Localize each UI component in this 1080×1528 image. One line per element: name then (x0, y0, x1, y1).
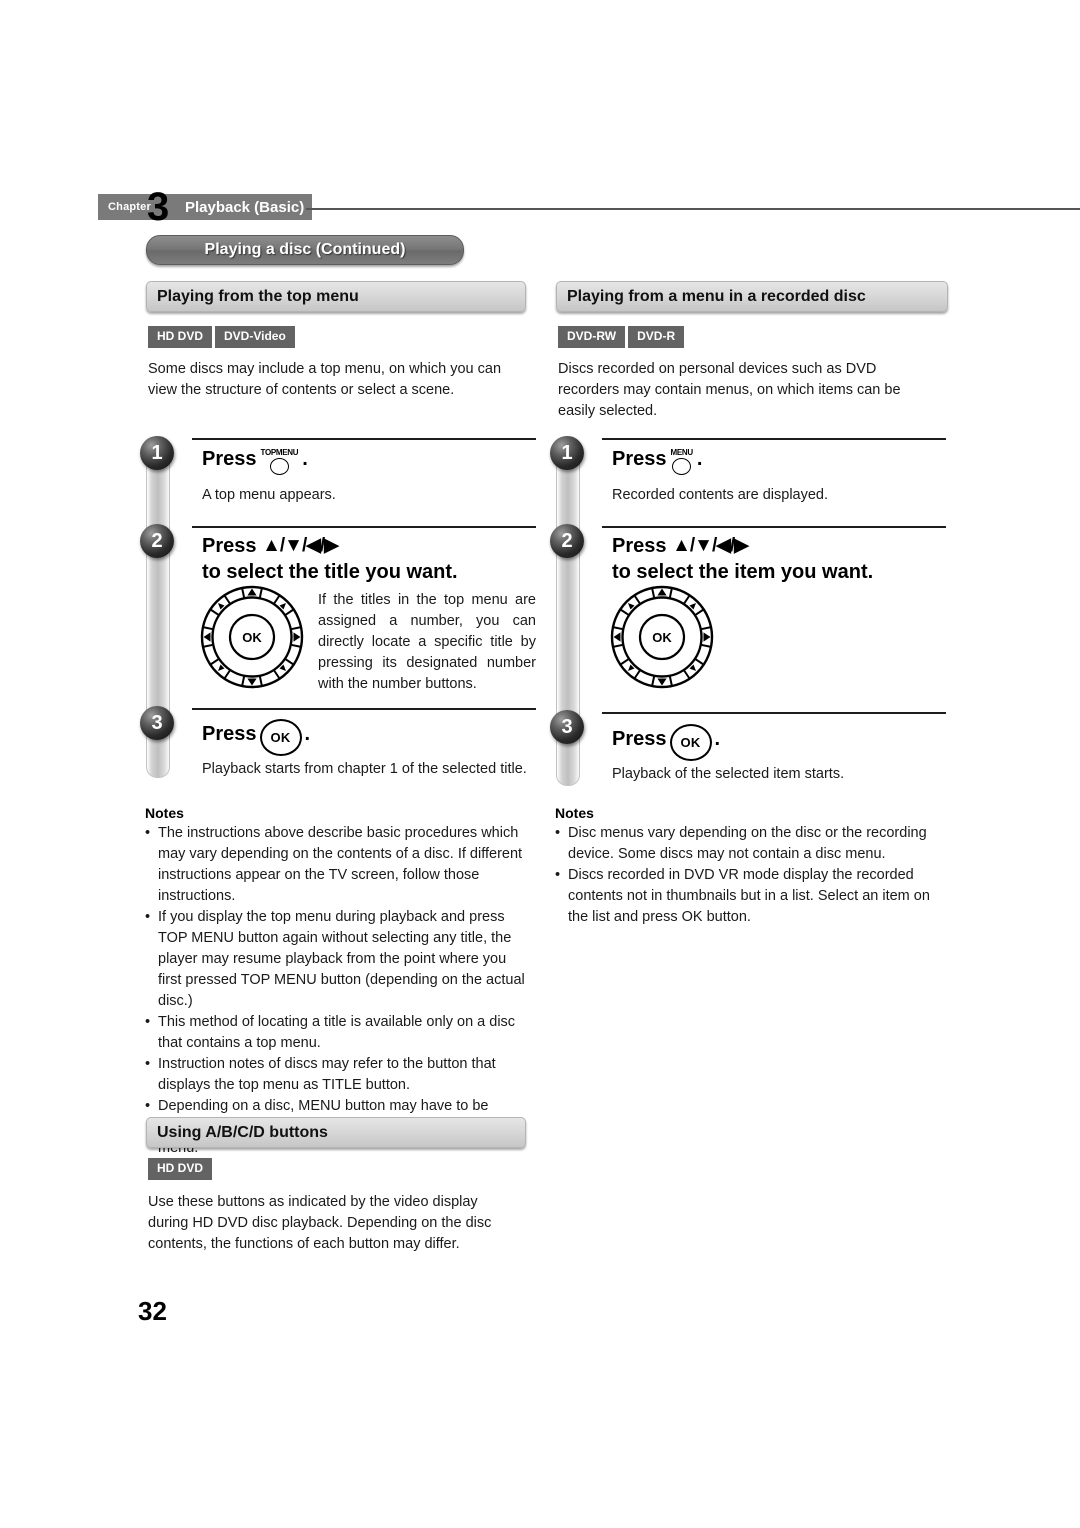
topmenu-button-icon[interactable]: TOPMENU (261, 449, 299, 475)
steps-right: 1 Press MENU . Recorded contents are dis… (550, 432, 946, 786)
press-label: Press (202, 448, 257, 470)
period: . (714, 727, 721, 750)
note-item: • This method of locating a title is ava… (145, 1012, 527, 1054)
header-rule (306, 208, 1080, 210)
section-header-abcd: Using A/B/C/D buttons (146, 1117, 526, 1148)
bullet-icon: • (555, 825, 561, 841)
chapter-header: Chapter Playback (Basic) 3 (98, 187, 1080, 227)
page-title-banner: Playing a disc (Continued) (146, 235, 464, 265)
menu-button-icon[interactable]: MENU (671, 449, 693, 475)
section-header-top-menu: Playing from the top menu (146, 281, 526, 312)
step-1-desc-left: A top menu appears. (202, 487, 336, 503)
notes-right: Notes • Disc menus vary depending on the… (555, 805, 937, 928)
badge-dvd-rw: DVD-RW (558, 326, 626, 348)
intro-paragraph-left: Some discs may include a top menu, on wh… (148, 361, 502, 398)
note-item: • Discs recorded in DVD VR mode display … (555, 865, 937, 928)
step-3-title-left: Press OK . (202, 715, 532, 756)
section-title-right: Playing from a menu in a recorded disc (567, 287, 866, 305)
note-item: • Instruction notes of discs may refer t… (145, 1054, 527, 1096)
badge-hd-dvd: HD DVD (148, 326, 213, 348)
press-label: Press (612, 727, 667, 750)
period: . (302, 448, 308, 470)
page-number: 32 (138, 1296, 167, 1326)
step-rule-1-left (192, 438, 536, 440)
step-rule-2-left (192, 526, 536, 528)
note-item: • If you display the top menu during pla… (145, 907, 527, 1012)
chapter-title: Playback (Basic) (184, 198, 305, 216)
note-item: • The instructions above describe basic … (145, 823, 527, 907)
dpad-diagram-right: OK (608, 585, 716, 694)
dpad-ok-label: OK (652, 630, 672, 645)
press-label: Press (202, 535, 257, 557)
badge-row-left: HD DVD DVD-Video (148, 326, 295, 348)
step-3-title-right: Press OK . (612, 720, 942, 761)
bullet-icon: • (555, 867, 561, 883)
bullet-icon: • (145, 825, 151, 841)
step-rule-1-right (602, 438, 946, 440)
badge-row-right: DVD-RW DVD-R (558, 326, 685, 348)
badge-hd-dvd: HD DVD (148, 1158, 213, 1180)
abcd-body: Use these buttons as indicated by the vi… (148, 1194, 492, 1252)
section-title-abcd: Using A/B/C/D buttons (157, 1123, 328, 1141)
section-title-left: Playing from the top menu (157, 287, 359, 305)
notes-title-left: Notes (145, 805, 184, 821)
step-2-title-rest: to select the item you want. (612, 561, 874, 583)
press-label: Press (612, 448, 667, 470)
intro-paragraph-right: Discs recorded on personal devices such … (558, 361, 901, 419)
step-3-desc-left: Playback starts from chapter 1 of the se… (202, 761, 527, 777)
direction-arrows-icon: ▲/▼/◀/▶ (672, 535, 749, 556)
notes-left: Notes • The instructions above describe … (145, 805, 527, 1159)
dpad-diagram-left: OK (198, 585, 306, 694)
page-title: Playing a disc (Continued) (204, 241, 406, 258)
section-header-recorded-menu: Playing from a menu in a recorded disc (556, 281, 948, 312)
step-2-side-text-left: If the titles in the top menu are assign… (318, 592, 536, 692)
step-number-3-right: 3 (550, 710, 584, 744)
direction-arrows-icon: ▲/▼/◀/▶ (262, 535, 339, 556)
ok-button-icon[interactable]: OK (259, 719, 302, 756)
step-2-title-rest: to select the title you want. (202, 561, 458, 583)
note-item: • Disc menus vary depending on the disc … (555, 823, 937, 865)
badge-dvd-video: DVD-Video (215, 326, 295, 348)
step-number-2-left: 2 (140, 524, 174, 558)
dpad-svg: OK (610, 585, 714, 689)
step-rule-3-right (602, 712, 946, 714)
press-label: Press (202, 722, 257, 745)
notes-title-right: Notes (555, 805, 594, 821)
dpad-ok-label: OK (242, 630, 262, 645)
step-1-title-right: Press MENU . (612, 446, 942, 475)
manual-page: Chapter Playback (Basic) 3 Playing a dis… (0, 0, 1080, 1528)
chapter-number: 3 (147, 185, 170, 229)
period: . (696, 448, 703, 470)
bullet-icon: • (145, 1014, 151, 1030)
bullet-icon: • (145, 909, 151, 925)
step-number-1-left: 1 (140, 436, 174, 470)
step-1-title-left: Press TOPMENU . (202, 446, 532, 475)
steps-left: 1 Press TOPMENU . A top menu appears. 2 … (140, 432, 536, 782)
bullet-icon: • (145, 1056, 151, 1072)
step-number-2-right: 2 (550, 524, 584, 558)
step-number-1-right: 1 (550, 436, 584, 470)
period: . (304, 722, 311, 745)
badge-dvd-r: DVD-R (628, 326, 685, 348)
dpad-svg: OK (200, 585, 304, 689)
press-label: Press (612, 535, 667, 557)
step-rule-3-left (192, 708, 536, 710)
step-number-3-left: 3 (140, 706, 174, 740)
step-3-desc-right: Playback of the selected item starts. (612, 766, 845, 782)
chapter-word: Chapter (108, 201, 151, 213)
badge-row-abcd: HD DVD (148, 1158, 213, 1180)
step-rule-2-right (602, 526, 946, 528)
ok-button-icon[interactable]: OK (669, 724, 712, 761)
step-1-desc-right: Recorded contents are displayed. (612, 487, 829, 503)
step-2-title-right: Press ▲/▼/◀/▶ to select the item you wan… (612, 533, 952, 585)
step-2-title-left: Press ▲/▼/◀/▶ to select the title you wa… (202, 533, 536, 585)
chapter-tab: Chapter Playback (Basic) (98, 194, 313, 220)
